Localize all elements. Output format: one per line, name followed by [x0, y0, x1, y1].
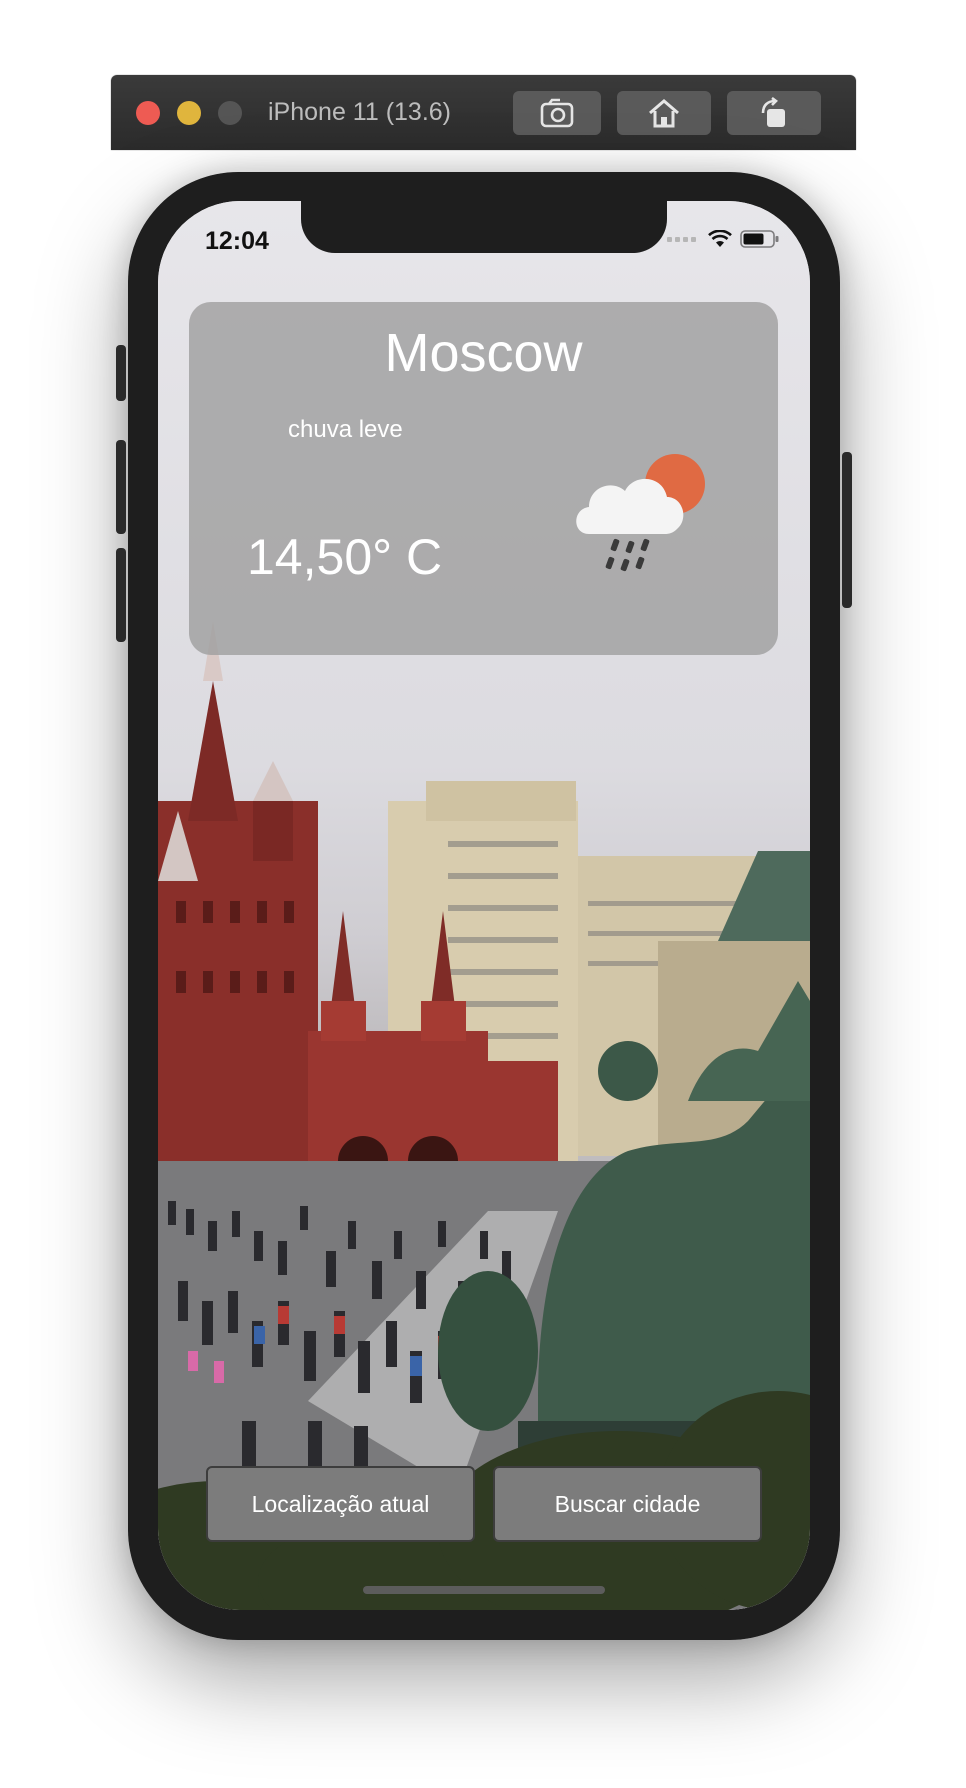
minimize-window-button[interactable]	[177, 101, 201, 125]
simulator-title: iPhone 11 (13.6)	[268, 98, 451, 126]
status-time: 12:04	[205, 227, 269, 255]
notch	[301, 201, 667, 253]
current-location-button[interactable]: Localização atual	[206, 1466, 475, 1542]
temperature: 14,50° C	[247, 529, 443, 585]
rain-cloud-sun-icon	[576, 454, 705, 572]
weather-card: Moscow chuva leve 14,50° C	[189, 302, 778, 655]
wifi-icon	[708, 230, 732, 247]
zoom-window-button[interactable]	[218, 101, 242, 125]
app-screen: 12:04 Moscow chuva leve 14,50° C Localiz…	[158, 201, 810, 1610]
volume-down-button	[116, 548, 126, 642]
search-city-button[interactable]: Buscar cidade	[493, 1466, 762, 1542]
home-indicator[interactable]	[363, 1586, 605, 1594]
status-icons	[667, 229, 780, 249]
power-button	[842, 452, 852, 608]
screenshot-button[interactable]	[513, 91, 601, 135]
weather-description: chuva leve	[288, 416, 403, 443]
home-icon	[649, 99, 679, 128]
simulator-titlebar: iPhone 11 (13.6)	[111, 75, 856, 150]
battery-icon	[740, 230, 779, 248]
home-button[interactable]	[617, 91, 711, 135]
city-name: Moscow	[384, 323, 583, 383]
mute-switch	[116, 345, 126, 401]
rotate-button[interactable]	[727, 91, 821, 135]
rotate-icon	[761, 97, 785, 127]
screenshot-icon	[540, 98, 574, 128]
signal-icon	[667, 236, 696, 242]
close-window-button[interactable]	[136, 101, 160, 125]
volume-up-button	[116, 440, 126, 534]
resurrection-gate	[308, 1031, 488, 1161]
